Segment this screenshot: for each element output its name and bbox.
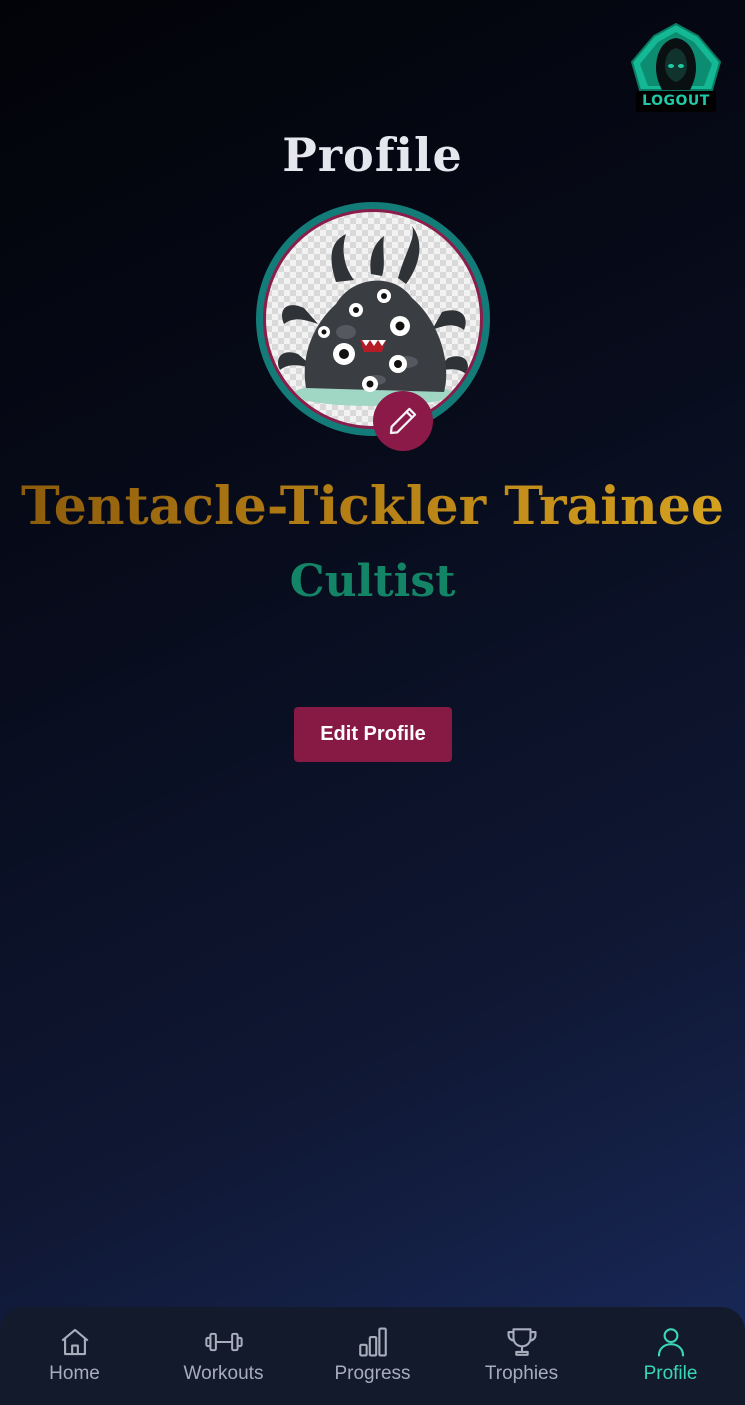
avatar-ring — [256, 202, 490, 436]
rank-title: Tentacle-Tickler Trainee — [0, 476, 745, 537]
nav-label-home: Home — [49, 1363, 100, 1384]
nav-label-workouts: Workouts — [183, 1363, 264, 1384]
bar-chart-icon — [358, 1327, 387, 1357]
avatar — [256, 202, 490, 451]
home-icon — [61, 1328, 88, 1356]
nav-label-trophies: Trophies — [484, 1363, 559, 1384]
edit-profile-button[interactable]: Edit Profile — [294, 707, 452, 762]
trophy-icon — [506, 1328, 537, 1356]
nav-item-workouts[interactable]: Workouts — [154, 1325, 294, 1385]
nav-item-progress[interactable]: Progress — [303, 1325, 443, 1385]
pencil-icon — [389, 407, 417, 435]
dumbbell-icon — [204, 1332, 243, 1352]
nav-item-home[interactable]: Home — [5, 1325, 145, 1385]
tentacle-monster-avatar — [278, 226, 468, 406]
nav-label-profile: Profile — [643, 1363, 698, 1384]
logout-button[interactable]: LOGOUT — [626, 22, 726, 114]
nav-label-progress: Progress — [334, 1363, 411, 1384]
avatar-image — [263, 209, 483, 429]
bottom-nav: Home Workouts Progress Trophies Profile — [0, 1307, 745, 1405]
nav-item-trophies[interactable]: Trophies — [452, 1325, 592, 1385]
edit-avatar-button[interactable] — [373, 391, 433, 451]
page-title: Profile — [282, 128, 463, 182]
nav-item-profile[interactable]: Profile — [601, 1325, 741, 1385]
user-icon — [657, 1328, 684, 1357]
rank-class: Cultist — [289, 556, 456, 607]
logout-label: LOGOUT — [636, 91, 716, 112]
